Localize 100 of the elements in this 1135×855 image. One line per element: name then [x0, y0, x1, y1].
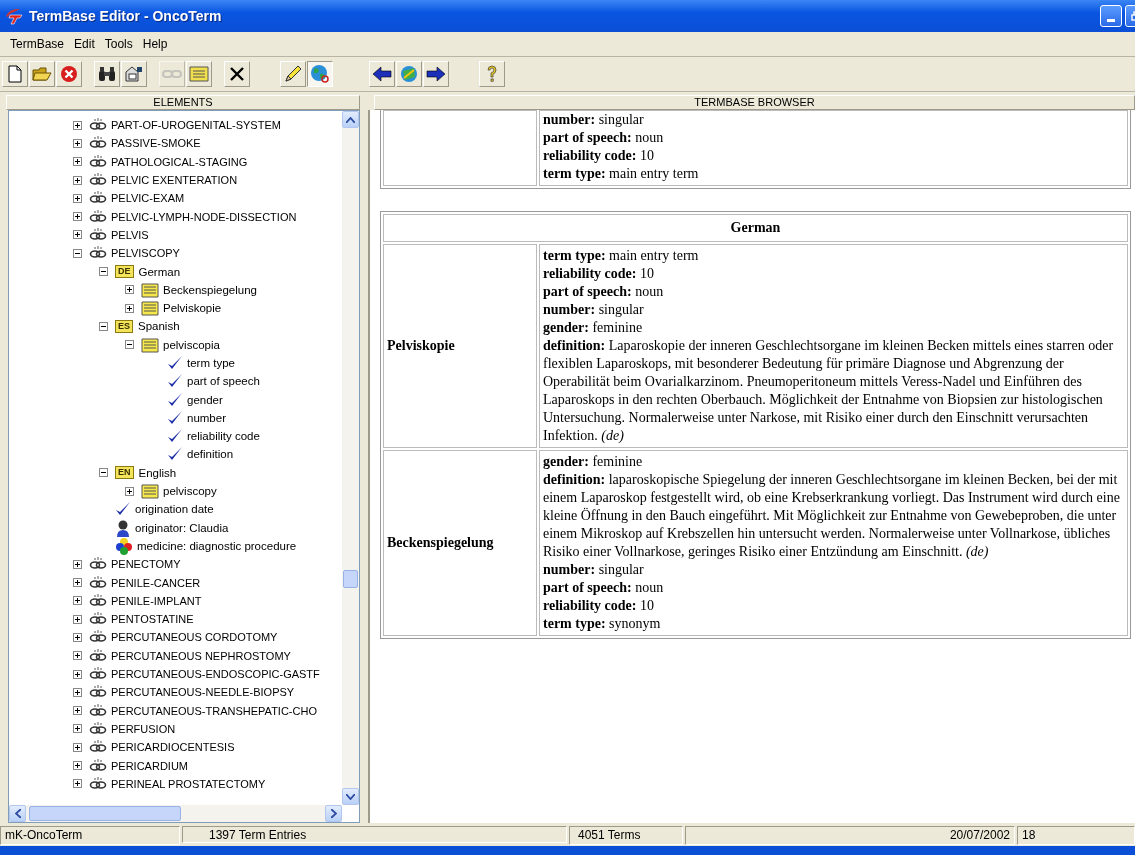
tree-item[interactable]: pelviscopia: [163, 338, 220, 351]
tree-item[interactable]: PENILE-CANCER: [111, 576, 201, 589]
expand-toggle[interactable]: [73, 230, 82, 240]
tree-item[interactable]: PERCUTANEOUS-TRANSHEPATIC-CHO: [111, 704, 317, 717]
tree-item[interactable]: German: [138, 265, 181, 278]
field-text: number: singular: [543, 561, 645, 579]
tree-item[interactable]: PENTOSTATINE: [111, 613, 194, 626]
language-badge: DE: [115, 265, 134, 278]
expand-toggle[interactable]: [73, 614, 82, 624]
expand-toggle[interactable]: [125, 340, 134, 350]
properties-button[interactable]: [121, 61, 147, 87]
tree-item[interactable]: PENECTOMY: [111, 558, 181, 571]
expand-toggle[interactable]: [99, 468, 108, 478]
expand-toggle[interactable]: [73, 687, 82, 697]
menu-item[interactable]: TermBase: [6, 35, 69, 53]
expand-toggle[interactable]: [73, 212, 82, 222]
tree-item[interactable]: origination date: [135, 503, 214, 516]
horizontal-scrollbar[interactable]: [9, 805, 342, 822]
tree-item[interactable]: PERCUTANEOUS-NEEDLE-BIOPSY: [111, 686, 295, 699]
expand-toggle[interactable]: [73, 706, 82, 716]
open-button[interactable]: [29, 61, 55, 87]
chain-link-icon: [89, 136, 107, 151]
tree-item[interactable]: PART-OF-UROGENITAL-SYSTEM: [111, 119, 281, 132]
expand-toggle[interactable]: [73, 120, 82, 130]
browse-button[interactable]: [307, 61, 333, 87]
expand-toggle[interactable]: [73, 175, 82, 185]
tree-item[interactable]: PERCUTANEOUS-ENDOSCOPIC-GASTF: [111, 668, 320, 681]
tree-item[interactable]: Beckenspiegelung: [163, 283, 257, 296]
tree-item[interactable]: PASSIVE-SMOKE: [111, 137, 201, 150]
link-icon: [162, 67, 182, 81]
tree-item[interactable]: Spanish: [138, 320, 180, 333]
tree-item[interactable]: PERCUTANEOUS NEPHROSTOMY: [111, 649, 291, 662]
back-button[interactable]: [369, 61, 395, 87]
vertical-scrollbar[interactable]: [342, 111, 359, 805]
tree-item[interactable]: reliability code: [187, 430, 260, 443]
tree-item[interactable]: PELVIC EXENTERATION: [111, 174, 238, 187]
panel-header: ELEMENTS: [6, 95, 360, 110]
expand-toggle[interactable]: [73, 596, 82, 606]
window-title: TermBase Editor - OncoTerm: [29, 8, 222, 24]
tree-item[interactable]: PERICARDIUM: [111, 759, 188, 772]
edit-button[interactable]: [280, 61, 306, 87]
tree-item[interactable]: number: [187, 411, 226, 424]
tree-item[interactable]: PATHOLOGICAL-STAGING: [111, 155, 248, 168]
expand-toggle[interactable]: [99, 267, 108, 276]
tree-item[interactable]: PENILE-IMPLANT: [111, 594, 202, 607]
expand-toggle[interactable]: [73, 779, 82, 789]
expand-toggle[interactable]: [73, 669, 82, 679]
tree-item[interactable]: PERINEAL PROSTATECTOMY: [111, 777, 266, 790]
person-icon: [115, 518, 131, 537]
term-name: Beckenspiegelung: [387, 535, 494, 550]
expand-toggle[interactable]: [73, 761, 82, 771]
expand-toggle[interactable]: [99, 321, 108, 331]
tree-item[interactable]: gender: [187, 393, 223, 406]
menu-item[interactable]: Help: [138, 35, 172, 53]
expand-toggle[interactable]: [125, 285, 134, 295]
tree-item[interactable]: originator: Claudia: [135, 521, 229, 534]
expand-toggle[interactable]: [73, 138, 82, 148]
new-button[interactable]: [2, 61, 28, 87]
tree-item[interactable]: PERCUTANEOUS CORDOTOMY: [111, 631, 278, 644]
field-text: term type: main entry term: [543, 165, 700, 183]
entry-button[interactable]: [186, 61, 212, 87]
tree-item[interactable]: medicine: diagnostic procedure: [137, 539, 297, 552]
help-button[interactable]: [479, 61, 505, 87]
expand-toggle[interactable]: [73, 193, 82, 203]
tree-item[interactable]: PELVIC-LYMPH-NODE-DISSECTION: [111, 210, 297, 223]
new-document-icon: [7, 65, 23, 83]
menu-item[interactable]: Tools: [100, 35, 137, 53]
tree-item[interactable]: definition: [187, 448, 234, 461]
expand-toggle[interactable]: [73, 632, 82, 642]
tree-item[interactable]: PERICARDIOCENTESIS: [111, 741, 235, 754]
expand-toggle[interactable]: [73, 578, 82, 588]
expand-toggle[interactable]: [125, 303, 134, 313]
tree-item[interactable]: pelviscopy: [163, 485, 217, 498]
tree-item[interactable]: part of speech: [187, 375, 260, 388]
tree-item[interactable]: term type: [187, 357, 235, 369]
tree-item[interactable]: PERFUSION: [111, 722, 176, 735]
tree-item[interactable]: English: [138, 466, 177, 479]
expand-toggle[interactable]: [73, 724, 82, 734]
chain-link-icon: [89, 776, 107, 791]
expand-toggle[interactable]: [73, 651, 82, 661]
tree-item[interactable]: Pelviskopie: [163, 302, 222, 315]
menu-item[interactable]: Edit: [70, 35, 99, 53]
close-button[interactable]: [56, 61, 82, 87]
find-button[interactable]: [94, 61, 120, 87]
forward-button[interactable]: [423, 61, 449, 87]
scroll-thumb[interactable]: [29, 806, 181, 821]
expand-toggle[interactable]: [73, 559, 82, 569]
field-text: number: singular: [543, 301, 645, 319]
expand-toggle[interactable]: [73, 157, 82, 167]
tree-item[interactable]: PELVIS: [111, 228, 149, 241]
minimize-button[interactable]: [1100, 5, 1122, 27]
tree-item[interactable]: PELVIC-EXAM: [111, 192, 185, 205]
expand-toggle[interactable]: [125, 486, 134, 496]
expand-toggle[interactable]: [73, 742, 82, 752]
scroll-left-icon: [14, 809, 21, 818]
expand-toggle[interactable]: [73, 248, 82, 258]
tree-item[interactable]: PELVISCOPY: [111, 247, 180, 260]
scroll-thumb[interactable]: [343, 570, 358, 588]
delete-button[interactable]: [224, 61, 250, 87]
field-text: part of speech: noun: [543, 129, 665, 147]
